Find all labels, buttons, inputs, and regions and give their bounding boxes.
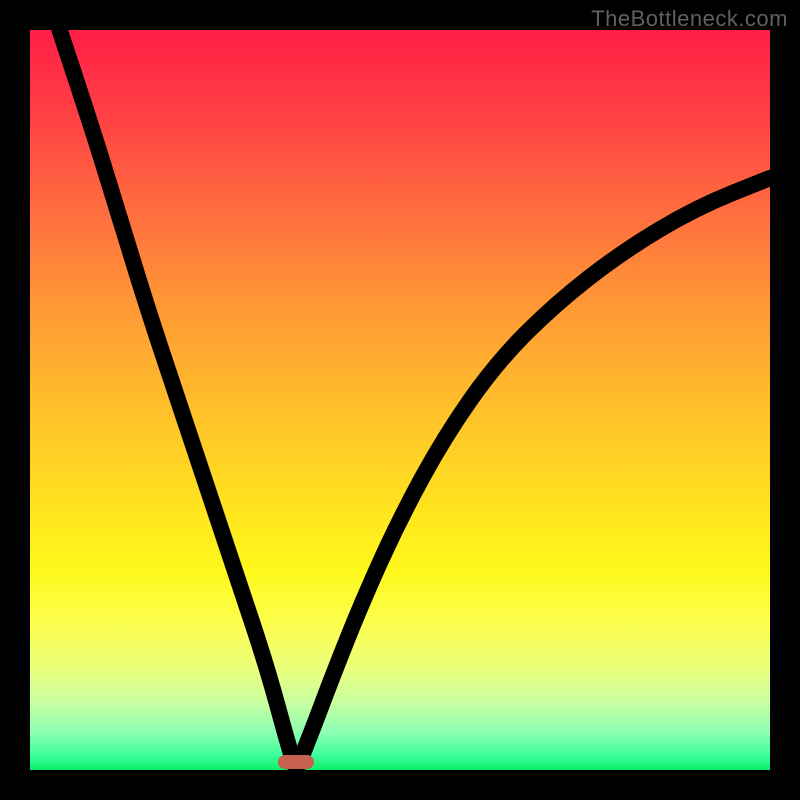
- curve-left-branch: [60, 30, 297, 770]
- bottleneck-curve: [30, 30, 770, 770]
- curve-right-branch: [296, 178, 770, 770]
- optimal-region-marker: [278, 755, 314, 769]
- watermark-text: TheBottleneck.com: [591, 6, 788, 32]
- chart-frame: TheBottleneck.com: [0, 0, 800, 800]
- plot-area: [30, 30, 770, 770]
